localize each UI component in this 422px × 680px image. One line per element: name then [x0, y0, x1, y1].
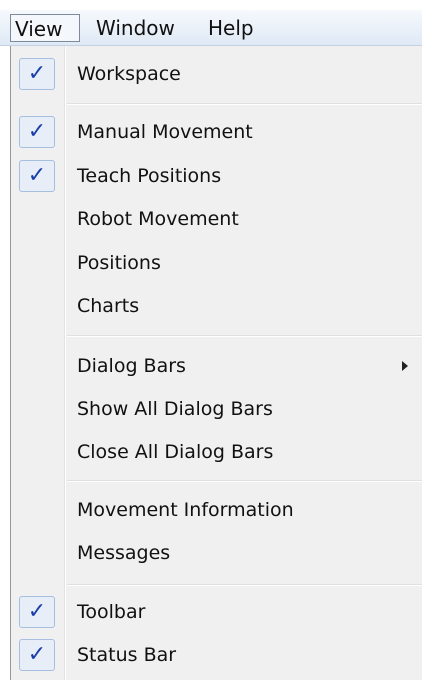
menu-item-label: Robot Movement — [77, 208, 239, 230]
checkmark-icon: ✓ — [19, 639, 55, 671]
menu-item-label: Movement Information — [77, 499, 294, 521]
menu-window[interactable]: Window — [92, 14, 192, 42]
menu-item-robot-movement[interactable]: Robot Movement — [11, 199, 422, 239]
menu-item-label: Workspace — [77, 63, 181, 85]
menu-item-label: Teach Positions — [77, 165, 222, 187]
menu-separator — [67, 335, 422, 337]
menu-item-charts[interactable]: Charts — [11, 286, 422, 326]
menu-item-label: Charts — [77, 295, 140, 317]
menu-bar: View Window Help — [0, 10, 422, 46]
menu-item-label: Status Bar — [77, 644, 177, 666]
menu-item-movement-information[interactable]: Movement Information — [11, 490, 422, 530]
menu-item-label: Show All Dialog Bars — [77, 398, 273, 420]
menu-item-dialog-bars[interactable]: Dialog Bars — [11, 346, 422, 386]
menu-item-positions[interactable]: Positions — [11, 243, 422, 283]
menu-item-messages[interactable]: Messages — [11, 533, 422, 573]
submenu-arrow-icon — [402, 361, 408, 371]
view-menu-dropdown: ✓ Workspace ✓ Manual Movement ✓ Teach Po… — [10, 46, 422, 680]
checkmark-icon: ✓ — [19, 58, 55, 90]
menu-item-teach-positions[interactable]: ✓ Teach Positions — [11, 156, 422, 196]
menu-item-label: Close All Dialog Bars — [77, 441, 274, 463]
app-window: View Window Help ✓ Workspace ✓ Manual Mo… — [0, 0, 422, 680]
menu-item-show-all-dialog-bars[interactable]: Show All Dialog Bars — [11, 389, 422, 429]
menu-item-label: Manual Movement — [77, 121, 253, 143]
menu-separator — [67, 584, 422, 586]
menu-item-toolbar[interactable]: ✓ Toolbar — [11, 592, 422, 632]
menu-item-close-all-dialog-bars[interactable]: Close All Dialog Bars — [11, 432, 422, 472]
menu-separator — [67, 480, 422, 482]
menu-item-label: Positions — [77, 252, 161, 274]
checkmark-icon: ✓ — [19, 116, 55, 148]
menu-item-manual-movement[interactable]: ✓ Manual Movement — [11, 112, 422, 152]
menu-item-workspace[interactable]: ✓ Workspace — [11, 54, 422, 94]
checkmark-icon: ✓ — [19, 596, 55, 628]
menu-item-label: Toolbar — [77, 601, 146, 623]
menu-separator — [67, 103, 422, 105]
menu-item-status-bar[interactable]: ✓ Status Bar — [11, 635, 422, 675]
menu-item-label: Messages — [77, 542, 171, 564]
menu-item-label: Dialog Bars — [77, 355, 186, 377]
menu-help[interactable]: Help — [204, 14, 274, 42]
checkmark-icon: ✓ — [19, 160, 55, 192]
menu-view[interactable]: View — [10, 14, 80, 42]
